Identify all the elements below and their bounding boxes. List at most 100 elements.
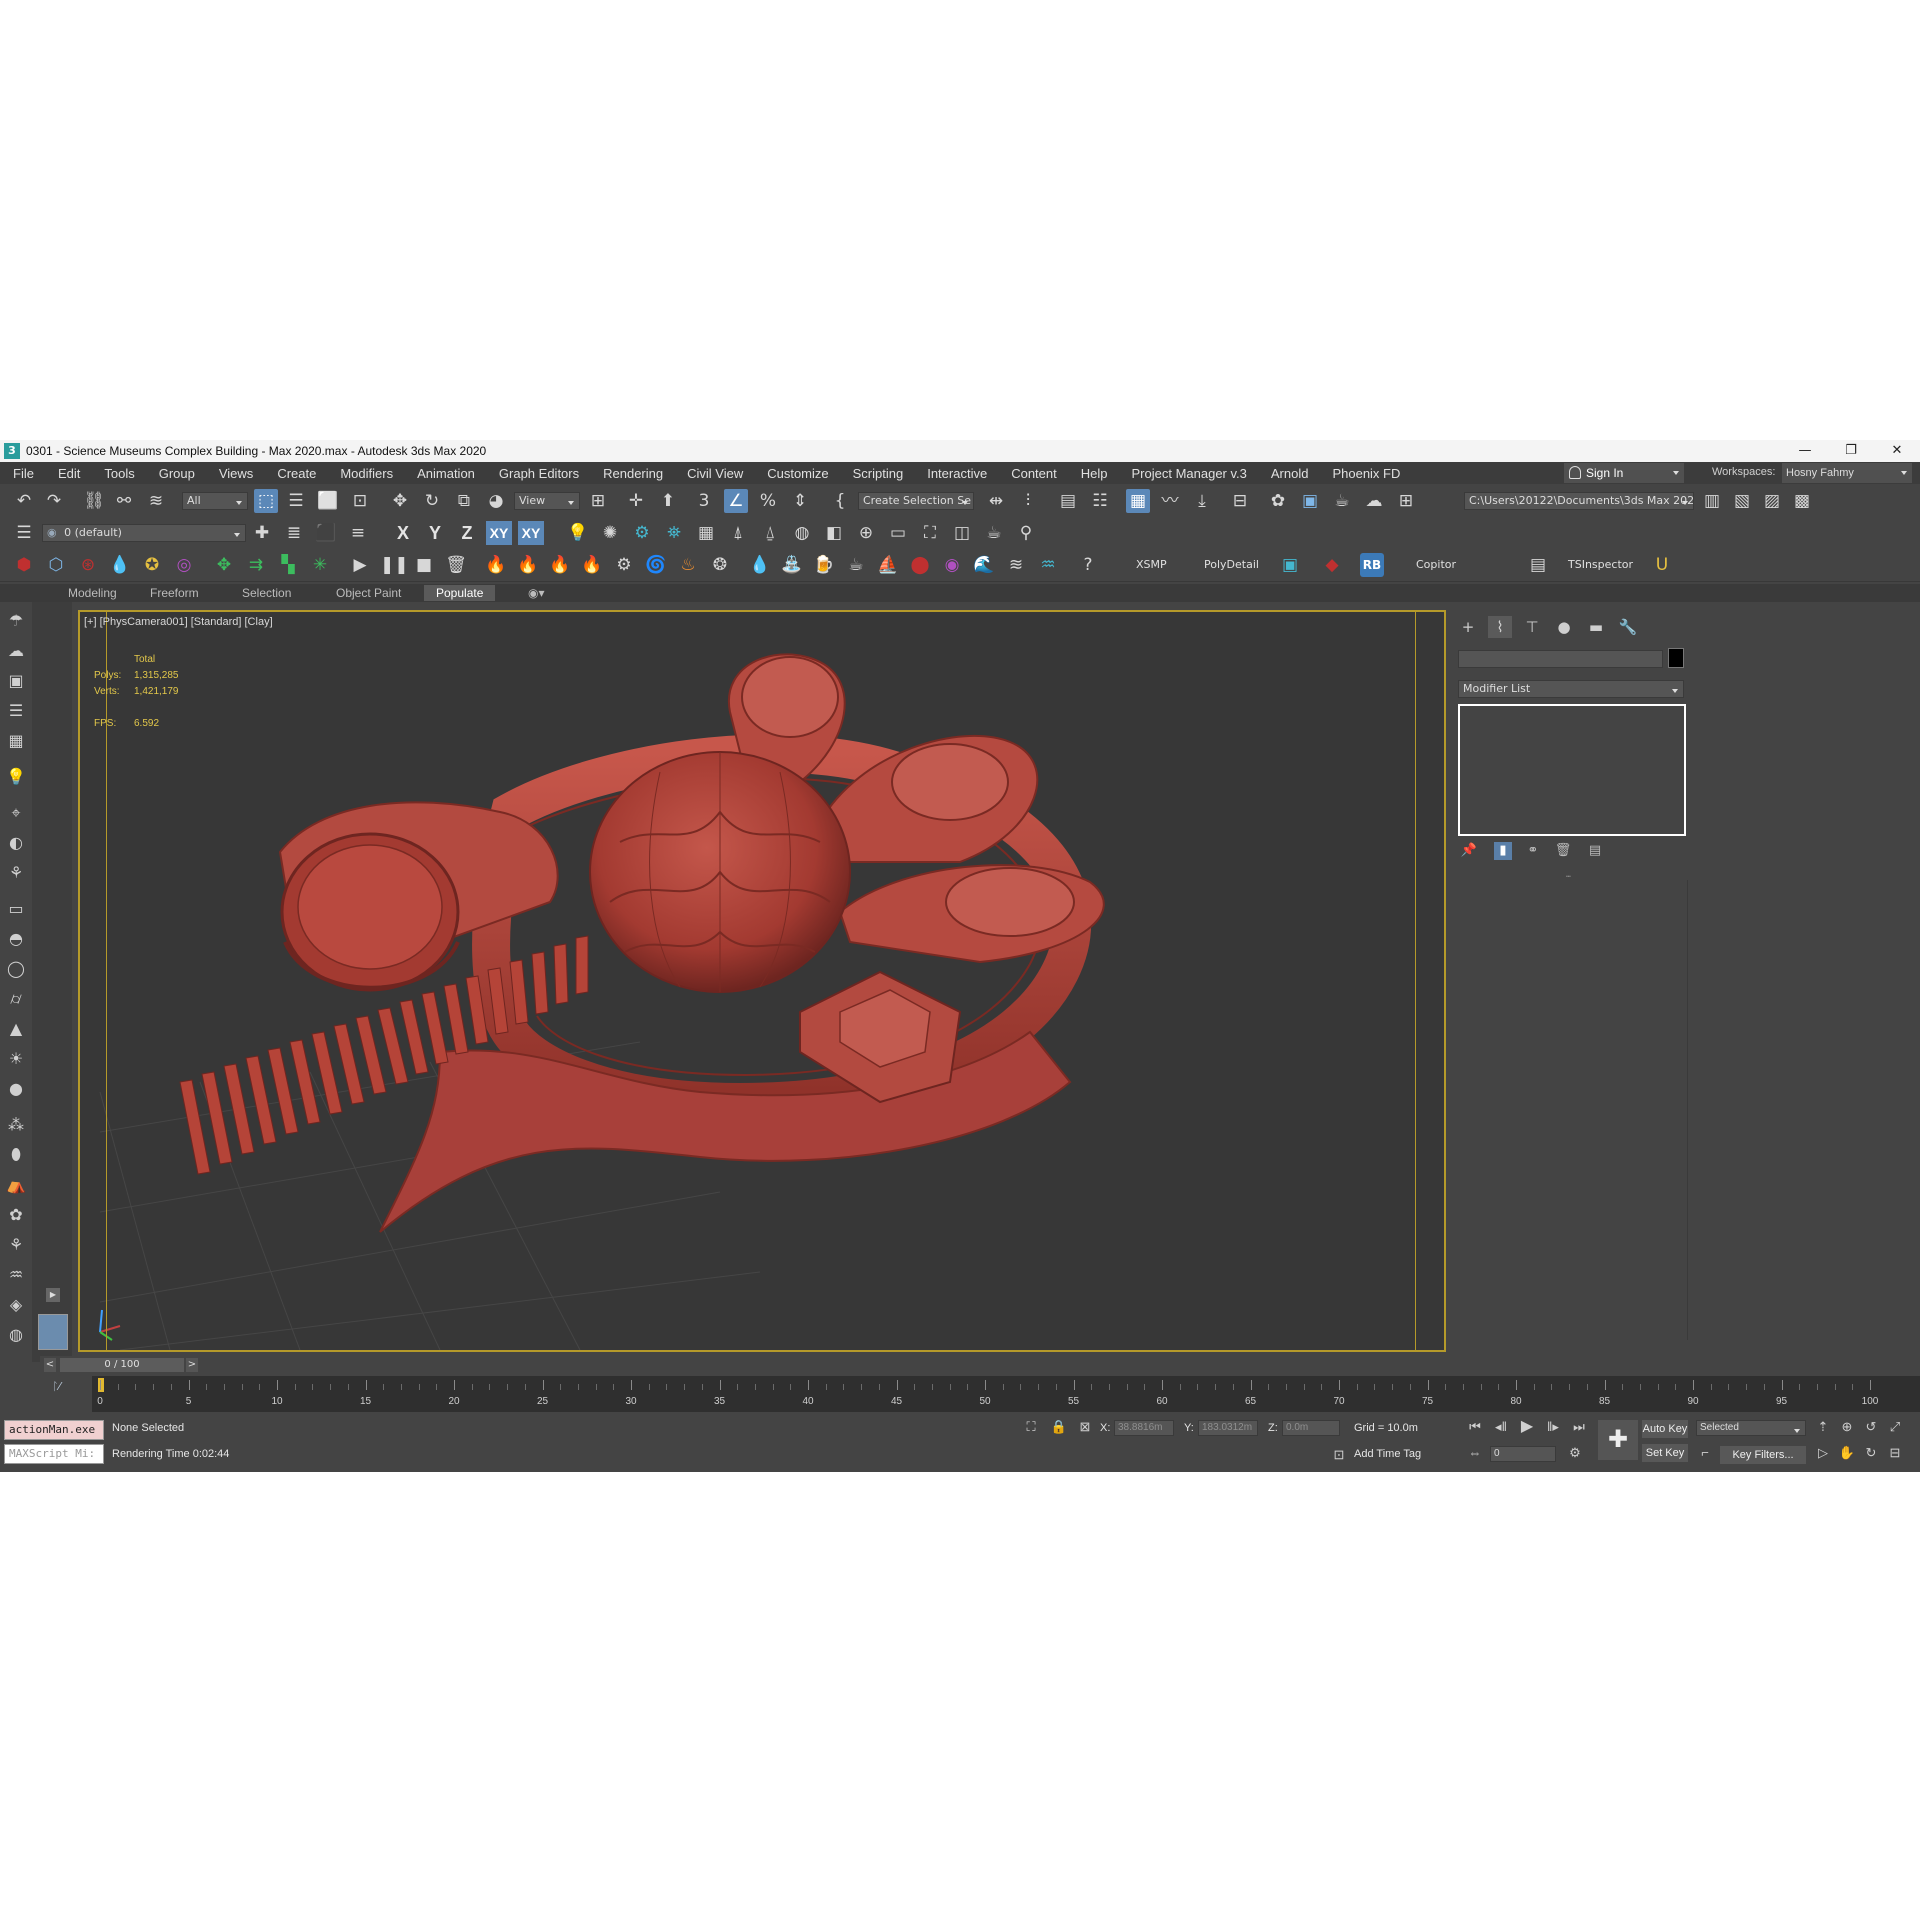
modify-tab-icon[interactable]: ⌇ [1488, 616, 1512, 638]
axis-y-button[interactable]: Y [422, 521, 448, 545]
play-animation-icon[interactable]: ▶ [1518, 1418, 1536, 1436]
polydetail-button[interactable]: PolyDetail [1204, 558, 1259, 571]
mirror-icon[interactable]: ⇹ [984, 489, 1008, 513]
cone-icon[interactable]: ▲ [5, 1018, 27, 1040]
selection-filter-dropdown[interactable]: All [182, 492, 248, 510]
menu-file[interactable]: File [0, 466, 45, 481]
curve-editor-icon[interactable]: 〰 [1158, 489, 1182, 513]
particles-icon[interactable]: ⁂ [5, 1114, 27, 1136]
menu-content[interactable]: Content [998, 466, 1068, 481]
tab-freeform[interactable]: Freeform [138, 585, 211, 601]
time-tag-icon[interactable]: ⊡ [1330, 1446, 1348, 1464]
bind-space-warp-icon[interactable]: ≋ [144, 489, 168, 513]
utilities-tab-icon[interactable]: 🔧 [1616, 616, 1640, 638]
perspective-viewport[interactable]: [+] [PhysCamera001] [Standard] [Clay] To… [78, 610, 1446, 1352]
zoom-icon[interactable]: ⇡ [1814, 1418, 1832, 1436]
phoenix-beer-icon[interactable]: 🍺 [812, 553, 836, 577]
time-config-icon[interactable]: ⚙ [1566, 1444, 1584, 1462]
close-button[interactable]: ✕ [1874, 440, 1920, 462]
absolute-transform-icon[interactable]: ⊠ [1076, 1418, 1094, 1436]
restore-button[interactable]: ❐ [1828, 440, 1874, 462]
project-path-dropdown[interactable]: C:\Users\20122\Documents\3ds Max 2020 [1464, 492, 1694, 510]
bulb-icon[interactable]: ⚲ [1014, 521, 1038, 545]
light-omni-icon[interactable]: 💡 [566, 521, 590, 545]
pan-view-icon[interactable]: ✋ [1838, 1444, 1856, 1462]
object-name-field[interactable] [1458, 650, 1663, 668]
phoenix-cup-icon[interactable]: ☕ [844, 553, 868, 577]
phoenix-wave-icon[interactable]: 🌊 [972, 553, 996, 577]
time-slider-thumb[interactable]: 0 / 100 [60, 1358, 184, 1372]
viewport-label[interactable]: [+] [PhysCamera001] [Standard] [Clay] [84, 616, 273, 628]
scene-explorer-icon[interactable]: ▤ [1056, 489, 1080, 513]
project-open-icon[interactable]: ▧ [1730, 489, 1754, 513]
circle-icon[interactable]: ◯ [5, 958, 27, 980]
expand-arrow-icon[interactable]: ▶ [46, 1288, 60, 1302]
layer-manager-icon[interactable]: ☰ [12, 521, 36, 545]
list-icon[interactable]: ☰ [5, 700, 27, 722]
project-folder-icon[interactable]: ▥ [1700, 489, 1724, 513]
render-a360-icon[interactable]: ☁ [1362, 489, 1386, 513]
menu-arnold[interactable]: Arnold [1258, 466, 1320, 481]
isolate-selection-icon[interactable]: ⛶ [1022, 1418, 1040, 1436]
phoenix-wind-icon[interactable]: 🌀 [644, 553, 668, 577]
project-save-icon[interactable]: ▨ [1760, 489, 1784, 513]
sun-light-icon[interactable]: ☀ [5, 1048, 27, 1070]
menu-customize[interactable]: Customize [754, 466, 839, 481]
cylinder-icon[interactable]: ⌭ [5, 988, 27, 1010]
select-by-name-icon[interactable]: ☰ [284, 489, 308, 513]
render-gallery-icon[interactable]: ⊞ [1394, 489, 1418, 513]
liquid-icon[interactable]: 💧 [108, 553, 132, 577]
select-manipulate-icon[interactable]: ✛ [624, 489, 648, 513]
phoenix-vortex-icon[interactable]: ❂ [708, 553, 732, 577]
menu-rendering[interactable]: Rendering [590, 466, 674, 481]
maxscript-listener-output[interactable]: actionMan.exe [4, 1420, 104, 1440]
toggle-ribbon-icon[interactable]: ▦ [1126, 489, 1150, 513]
clear-cache-icon[interactable]: 🗑 [444, 553, 468, 577]
box-object-icon[interactable]: ⬢ [12, 553, 36, 577]
phoenix-pour-icon[interactable]: ⛲ [780, 553, 804, 577]
pause-simulation-icon[interactable]: ❚❚ [380, 553, 409, 577]
window-crossing-icon[interactable]: ⊡ [348, 489, 372, 513]
key-mode-dropdown[interactable]: Selected [1696, 1420, 1806, 1436]
field-of-view-icon[interactable]: ▷ [1814, 1444, 1832, 1462]
phoenix-liquid-icon[interactable]: 💧 [748, 553, 772, 577]
tsinspector-button[interactable]: TSInspector [1568, 558, 1633, 571]
render-setup-icon[interactable]: ✿ [1266, 489, 1290, 513]
plane-icon[interactable]: ▭ [5, 898, 27, 920]
dome-icon[interactable]: ◓ [5, 928, 27, 950]
auto-key-button[interactable]: Auto Key [1642, 1420, 1688, 1438]
walk-through-icon[interactable]: ↻ [1862, 1444, 1880, 1462]
mini-curve-editor-icon[interactable]: ᛚ⁄ [52, 1380, 60, 1393]
rollout-handle-icon[interactable]: ┅ [1566, 872, 1571, 881]
path-deform-icon[interactable]: ⇉ [244, 553, 268, 577]
phoenix-gear-icon[interactable]: ⚙ [612, 553, 636, 577]
proxy-icon[interactable]: ⍙ [758, 521, 782, 545]
spinner-snap-icon[interactable]: ⇕ [788, 489, 812, 513]
place-icon[interactable]: ◕ [484, 489, 508, 513]
menu-help[interactable]: Help [1068, 466, 1119, 481]
image-icon[interactable]: ▣ [5, 670, 27, 692]
current-frame-field[interactable]: 0 [1490, 1446, 1556, 1462]
axis-plane-cycle-button[interactable]: XY [518, 521, 544, 545]
ribbon-options-icon[interactable]: ◉▾ [516, 585, 557, 601]
track-bar[interactable]: 0 5 10 15 20 25 30 35 40 45 50 55 60 65 70 75 80 85 90 95 10… [92, 1376, 1920, 1412]
key-mode-toggle-icon[interactable]: ⇔ [1466, 1444, 1484, 1462]
phoenix-candle-icon[interactable]: ♨ [676, 553, 700, 577]
link-icon[interactable]: ⛓ [82, 489, 106, 513]
y-coordinate-field[interactable]: 183.0312m [1198, 1420, 1258, 1436]
scatter-icon[interactable]: ⛯ [662, 521, 686, 545]
flower-icon[interactable]: ✿ [5, 1204, 27, 1226]
phoenix-fire-icon[interactable]: 🔥 [484, 553, 508, 577]
time-slider[interactable]: < 0 / 100 > [40, 1356, 1920, 1374]
vfb-icon[interactable]: ▭ [886, 521, 910, 545]
maximize-viewport-icon[interactable]: ⤢ [1886, 1418, 1904, 1436]
set-key-button[interactable]: Set Key [1642, 1444, 1688, 1462]
globe-icon[interactable]: ◍ [5, 1324, 27, 1346]
phoenix-splash-icon[interactable]: ⬤ [908, 553, 932, 577]
ruby-plugin-icon[interactable]: ◆ [1320, 553, 1344, 577]
fire-effect-icon[interactable]: ⊛ [76, 553, 100, 577]
phoenix-torch-icon[interactable]: 🔥 [580, 553, 604, 577]
phoenix-ocean-icon[interactable]: ≋ [1004, 553, 1028, 577]
z-coordinate-field[interactable]: 0.0m [1282, 1420, 1340, 1436]
particle-flow-icon[interactable]: ✪ [140, 553, 164, 577]
